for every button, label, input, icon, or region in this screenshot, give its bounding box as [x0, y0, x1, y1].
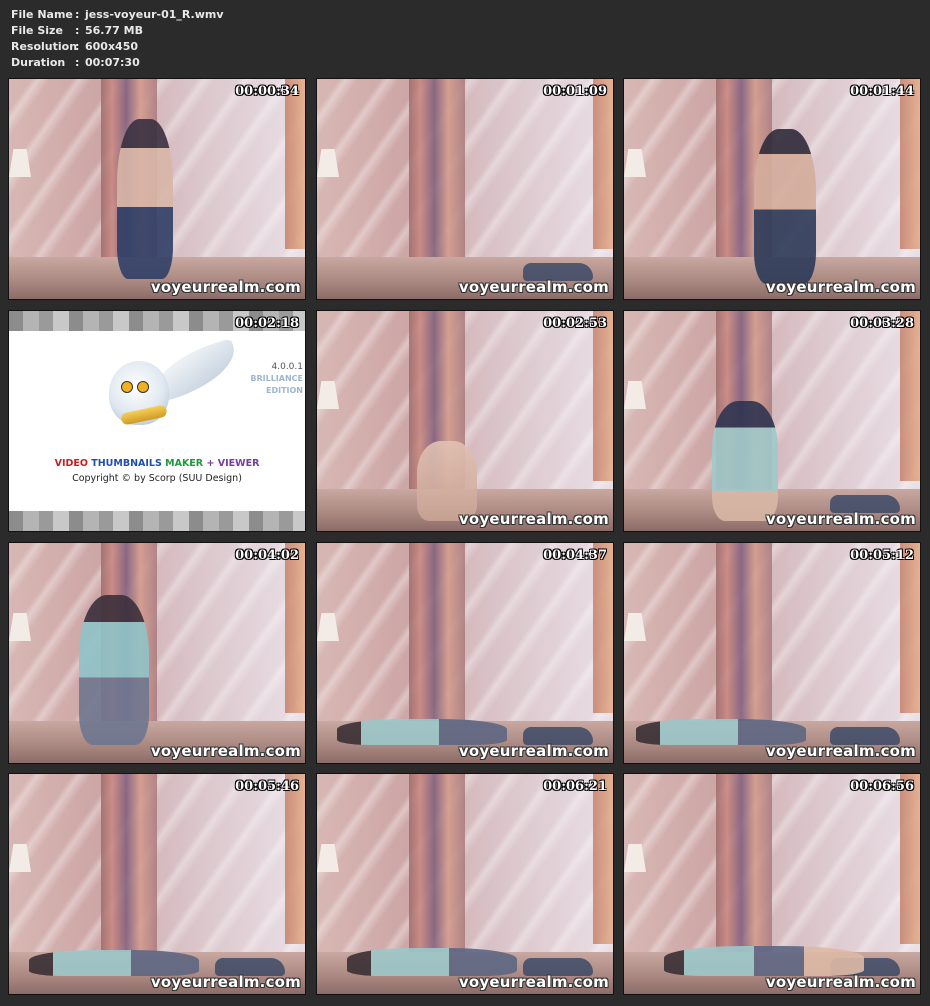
person [79, 595, 149, 745]
edition-line: BRILLIANCE [250, 374, 303, 383]
curtain [409, 774, 465, 954]
curtain [593, 311, 613, 481]
curtain [716, 543, 772, 723]
timecode: 00:03:28 [850, 316, 914, 331]
thumbnail-frame[interactable]: 00:02:53 voyeurrealm.com [316, 310, 614, 532]
curtain [900, 774, 920, 944]
thumbnail-frame[interactable]: 00:05:46 voyeurrealm.com [8, 773, 306, 995]
thumbnail-frame[interactable]: 00:05:12 voyeurrealm.com [623, 542, 921, 764]
info-value: 00:07:30 [85, 56, 140, 69]
timecode: 00:06:21 [543, 779, 607, 794]
owl-eye-icon [137, 381, 149, 393]
person [117, 119, 173, 279]
curtain [593, 79, 613, 249]
thumbnail-frame[interactable]: 00:01:44 voyeurrealm.com [623, 78, 921, 300]
info-value: jess-voyeur-01_R.wmv [85, 8, 224, 21]
timecode: 00:02:18 [235, 316, 299, 331]
watermark: voyeurrealm.com [765, 278, 916, 296]
info-value: 56.77 MB [85, 24, 143, 37]
watermark: voyeurrealm.com [150, 278, 301, 296]
timecode: 00:01:09 [543, 84, 607, 99]
copyright-text: Copyright © by Scorp (SUU Design) [72, 473, 242, 484]
thumbnail-frame[interactable]: 00:04:02 voyeurrealm.com [8, 542, 306, 764]
timecode: 00:02:53 [543, 316, 607, 331]
curtain [285, 79, 305, 249]
thumbnail-frame[interactable]: 00:04:37 voyeurrealm.com [316, 542, 614, 764]
title-word: MAKER [165, 458, 204, 469]
info-label: Duration [11, 56, 66, 69]
info-separator: : [75, 40, 80, 53]
person [664, 946, 864, 976]
thumbnail-grid: 00:00:34 voyeurrealm.com 00:01:09 voyeur… [8, 78, 922, 998]
title-word: VIDEO [54, 458, 88, 469]
person [417, 441, 477, 521]
timecode: 00:01:44 [850, 84, 914, 99]
info-separator: : [75, 56, 80, 69]
curtain [900, 543, 920, 713]
logo-band-bottom [9, 511, 305, 531]
owl-eye-icon [121, 381, 133, 393]
version-label: 4.0.0.1 BRILLIANCE EDITION [250, 361, 303, 397]
watermark: voyeurrealm.com [458, 278, 609, 296]
curtain [285, 543, 305, 713]
thumbnail-frame[interactable]: 00:00:34 voyeurrealm.com [8, 78, 306, 300]
thumbnail-frame[interactable]: 00:06:21 voyeurrealm.com [316, 773, 614, 995]
curtain [101, 774, 157, 954]
curtain [593, 774, 613, 944]
timecode: 00:00:34 [235, 84, 299, 99]
person [754, 129, 816, 284]
curtain [285, 774, 305, 944]
watermark: voyeurrealm.com [150, 742, 301, 760]
watermark: voyeurrealm.com [150, 973, 301, 991]
info-value: 600x450 [85, 40, 139, 53]
timecode: 00:04:37 [543, 548, 607, 563]
info-label: File Size [11, 24, 63, 37]
person [347, 948, 517, 976]
thumbnail-frame[interactable]: 00:01:09 voyeurrealm.com [316, 78, 614, 300]
person [712, 401, 778, 521]
watermark: voyeurrealm.com [458, 510, 609, 528]
watermark: voyeurrealm.com [765, 742, 916, 760]
info-row-duration: Duration : 00:07:30 [11, 55, 224, 71]
info-row-resolution: Resolution : 600x450 [11, 39, 224, 55]
watermark: voyeurrealm.com [458, 973, 609, 991]
curtain [593, 543, 613, 713]
curtain [716, 774, 772, 954]
info-row-file-size: File Size : 56.77 MB [11, 23, 224, 39]
info-label: Resolution [11, 40, 78, 53]
watermark: voyeurrealm.com [458, 742, 609, 760]
logo-thumbnail-frame[interactable]: 4.0.0.1 BRILLIANCE EDITION VIDEO THUMBNA… [8, 310, 306, 532]
timecode: 00:06:56 [850, 779, 914, 794]
version-number: 4.0.0.1 [271, 362, 304, 372]
title-word: VIEWER [217, 458, 260, 469]
timecode: 00:04:02 [235, 548, 299, 563]
info-separator: : [75, 8, 80, 21]
title-plus: + [206, 458, 215, 469]
timecode: 00:05:46 [235, 779, 299, 794]
curtain [409, 79, 465, 259]
info-label: File Name [11, 8, 73, 21]
watermark: voyeurrealm.com [765, 510, 916, 528]
thumbnail-frame[interactable]: 00:06:56 voyeurrealm.com [623, 773, 921, 995]
thumbnail-frame[interactable]: 00:03:28 voyeurrealm.com [623, 310, 921, 532]
curtain [900, 311, 920, 481]
file-info-panel: File Name : jess-voyeur-01_R.wmv File Si… [11, 7, 224, 71]
title-word: THUMBNAILS [91, 458, 162, 469]
edition-line: EDITION [265, 386, 303, 395]
watermark: voyeurrealm.com [765, 973, 916, 991]
curtain [409, 543, 465, 723]
app-title: VIDEO THUMBNAILS MAKER + VIEWER [9, 458, 305, 469]
curtain [900, 79, 920, 249]
info-separator: : [75, 24, 80, 37]
info-row-file-name: File Name : jess-voyeur-01_R.wmv [11, 7, 224, 23]
timecode: 00:05:12 [850, 548, 914, 563]
